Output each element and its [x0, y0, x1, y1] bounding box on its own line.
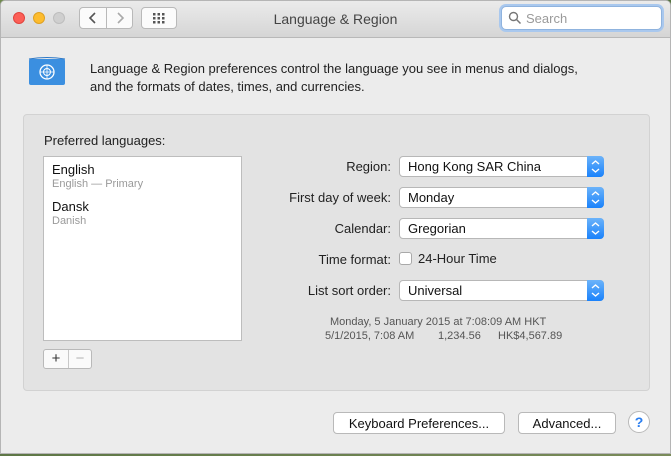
region-popup[interactable]: Hong Kong SAR China — [399, 156, 604, 177]
first-day-popup[interactable]: Monday — [399, 187, 604, 208]
sample-long-date: Monday, 5 January 2015 at 7:08:09 AM HKT — [330, 316, 547, 328]
region-value: Hong Kong SAR China — [408, 159, 541, 174]
first-day-value: Monday — [408, 190, 455, 205]
24-hour-label[interactable]: 24-Hour Time — [418, 251, 497, 266]
description-line-2: and the formats of dates, times, and cur… — [90, 79, 365, 94]
title-bar: Language & Region — [1, 1, 670, 38]
sample-currency: HK$4,567.89 — [498, 330, 563, 342]
preferred-languages-label: Preferred languages: — [44, 133, 166, 148]
language-subtitle: Danish — [52, 215, 87, 227]
sample-short-date: 5/1/2015, 7:08 AM — [325, 330, 415, 342]
sort-order-label: List sort order: — [307, 283, 391, 298]
region-label: Region: — [346, 159, 391, 174]
language-list[interactable]: English English — Primary Dansk Danish — [43, 156, 242, 341]
advanced-button[interactable]: Advanced... — [518, 412, 616, 434]
preferences-window: Language & Region Language & Region pref… — [0, 0, 671, 454]
first-day-label: First day of week: — [289, 190, 391, 205]
sample-number: 1,234.56 — [438, 330, 481, 342]
remove-language-button[interactable]: − — [68, 350, 92, 368]
keyboard-preferences-button[interactable]: Keyboard Preferences... — [333, 412, 505, 434]
help-button[interactable]: ? — [628, 411, 650, 433]
sort-order-popup[interactable]: Universal — [399, 280, 604, 301]
search-input[interactable] — [526, 9, 656, 27]
popup-arrows-icon — [587, 156, 604, 177]
add-remove-control: + − — [43, 349, 92, 369]
search-field[interactable] — [501, 6, 662, 30]
language-name: Dansk — [52, 199, 89, 214]
search-icon — [508, 11, 522, 25]
popup-arrows-icon — [587, 218, 604, 239]
24-hour-checkbox[interactable] — [399, 252, 412, 265]
calendar-label: Calendar: — [334, 221, 391, 236]
language-subtitle: English — Primary — [52, 178, 144, 190]
description: Language & Region preferences control th… — [90, 60, 650, 96]
calendar-popup[interactable]: Gregorian — [399, 218, 604, 239]
language-name: English — [52, 162, 95, 177]
list-item[interactable]: Dansk Danish — [52, 199, 89, 227]
un-flag-icon — [28, 57, 66, 85]
calendar-value: Gregorian — [408, 221, 466, 236]
list-item[interactable]: English English — Primary — [52, 162, 143, 190]
popup-arrows-icon — [587, 187, 604, 208]
popup-arrows-icon — [587, 280, 604, 301]
sort-order-value: Universal — [408, 283, 463, 298]
description-line-1: Language & Region preferences control th… — [90, 61, 578, 76]
time-format-label: Time format: — [318, 252, 391, 267]
add-language-button[interactable]: + — [44, 350, 69, 368]
